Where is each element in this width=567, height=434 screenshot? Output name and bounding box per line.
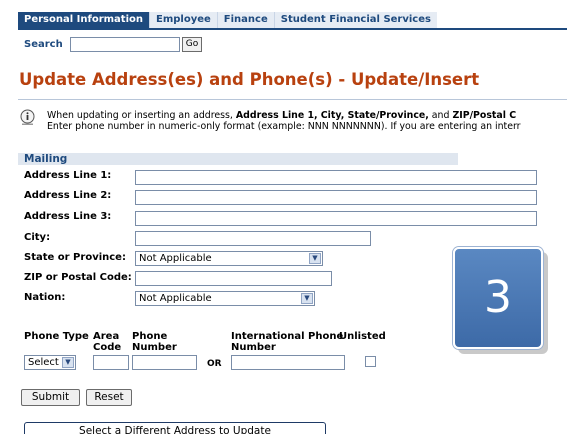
address-line-1-input[interactable]	[135, 170, 537, 185]
info-line-2: Enter phone number in numeric-only forma…	[47, 121, 521, 132]
search-bar: Search Go	[24, 37, 202, 52]
or-label: OR	[207, 359, 222, 369]
info-line-1: When updating or inserting an address, A…	[47, 110, 517, 121]
step-number-badge: 3	[453, 247, 543, 349]
nation-select[interactable]: Not Applicable ▼	[135, 291, 315, 306]
area-code-input[interactable]	[93, 355, 129, 370]
address-line-1-label: Address Line 1:	[24, 170, 112, 181]
address-line-3-label: Address Line 3:	[24, 211, 112, 222]
reset-button[interactable]: Reset	[86, 389, 132, 406]
page-title: Update Address(es) and Phone(s) - Update…	[19, 70, 480, 89]
tab-student-financial-services[interactable]: Student Financial Services	[273, 12, 437, 28]
zip-input[interactable]	[135, 271, 332, 286]
city-label: City:	[24, 232, 51, 243]
phone-type-value: Select	[28, 357, 59, 368]
submit-button[interactable]: Submit	[21, 389, 80, 406]
info-message: When updating or inserting an address, A…	[47, 110, 521, 132]
go-button[interactable]: Go	[182, 37, 202, 52]
tab-bar: Personal Information Employee Finance St…	[18, 12, 437, 28]
area-code-header-1: Area	[93, 331, 120, 342]
mailing-section-title: Mailing	[24, 153, 68, 165]
unlisted-header: Unlisted	[339, 331, 386, 342]
phone-number-header-1: Phone	[132, 331, 168, 342]
address-line-3-input[interactable]	[135, 211, 537, 226]
phone-number-header-2: Number	[132, 342, 177, 353]
intl-phone-header-2: Number	[231, 342, 276, 353]
chevron-down-icon: ▼	[62, 357, 74, 368]
state-select-value: Not Applicable	[139, 253, 212, 264]
phone-type-header: Phone Type	[24, 331, 89, 342]
tab-finance[interactable]: Finance	[216, 12, 274, 28]
city-input[interactable]	[135, 231, 371, 246]
intl-phone-header-1: International Phone	[231, 331, 344, 342]
info-icon	[20, 109, 35, 125]
chevron-down-icon: ▼	[301, 293, 313, 304]
zip-label: ZIP or Postal Code:	[24, 272, 132, 283]
address-line-2-label: Address Line 2:	[24, 190, 112, 201]
tab-employee[interactable]: Employee	[149, 12, 217, 28]
tab-personal-information[interactable]: Personal Information	[18, 12, 149, 28]
phone-number-input[interactable]	[132, 355, 197, 370]
mailing-section-bar	[18, 153, 458, 165]
nation-label: Nation:	[24, 292, 66, 303]
tab-underline	[18, 28, 567, 30]
search-input[interactable]	[70, 37, 180, 52]
chevron-down-icon: ▼	[309, 253, 321, 264]
nation-select-value: Not Applicable	[139, 293, 212, 304]
phone-type-select[interactable]: Select ▼	[24, 355, 76, 370]
unlisted-checkbox[interactable]	[365, 356, 376, 367]
state-select[interactable]: Not Applicable ▼	[135, 251, 323, 266]
intl-phone-input[interactable]	[231, 355, 345, 370]
select-different-address-button[interactable]: Select a Different Address to Update	[24, 422, 326, 434]
search-label: Search	[24, 39, 63, 50]
state-label: State or Province:	[24, 252, 126, 263]
address-line-2-input[interactable]	[135, 190, 537, 205]
area-code-header-2: Code	[93, 342, 122, 353]
title-divider	[18, 99, 567, 100]
